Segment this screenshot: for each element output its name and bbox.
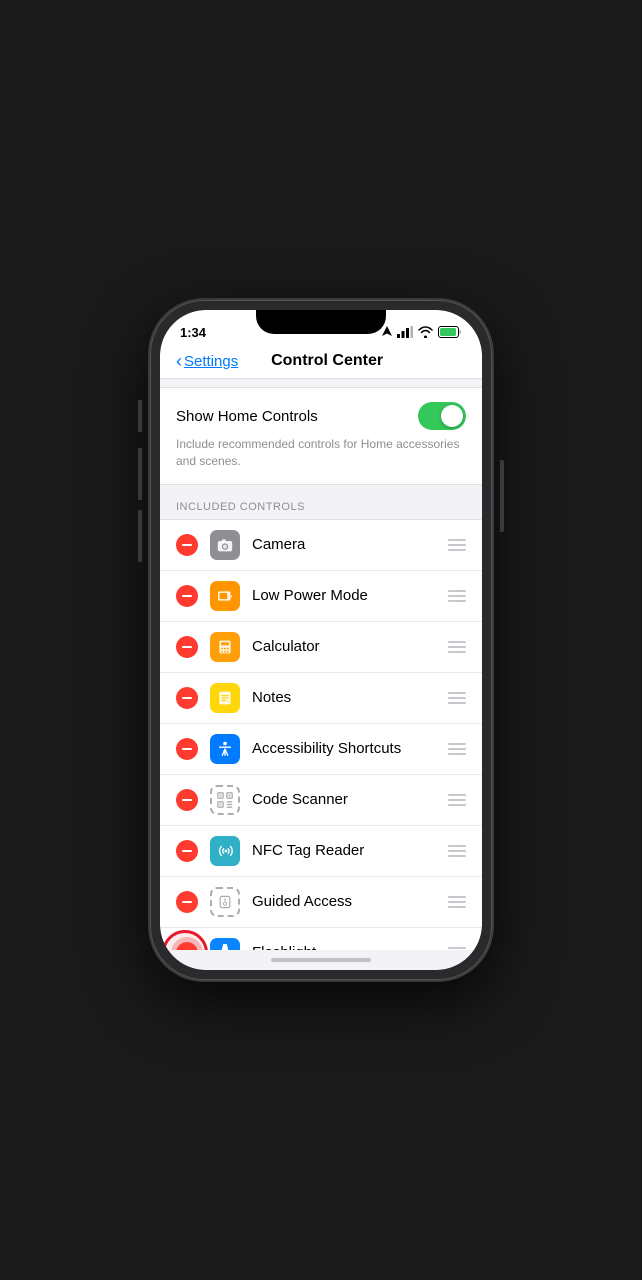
included-controls-list: Camera bbox=[160, 519, 482, 950]
back-button[interactable]: ‹ Settings bbox=[176, 352, 238, 370]
guided-access-label: Guided Access bbox=[252, 893, 448, 910]
flashlight-icon bbox=[210, 938, 240, 950]
code-scanner-icon bbox=[210, 785, 240, 815]
list-item: Low Power Mode bbox=[160, 571, 482, 622]
list-item: NFC Tag Reader bbox=[160, 826, 482, 877]
calculator-label: Calculator bbox=[252, 638, 448, 655]
nfc-tag-reader-label: NFC Tag Reader bbox=[252, 842, 448, 859]
phone-frame: 1:34 bbox=[150, 300, 492, 980]
toggle-label: Show Home Controls bbox=[176, 408, 318, 425]
drag-handle[interactable] bbox=[448, 743, 466, 755]
guided-access-icon bbox=[210, 887, 240, 917]
remove-flashlight-button[interactable] bbox=[176, 942, 198, 950]
home-bar bbox=[160, 950, 482, 970]
drag-handle[interactable] bbox=[448, 845, 466, 857]
toggle-row: Show Home Controls bbox=[176, 402, 466, 430]
phone-screen: 1:34 bbox=[160, 310, 482, 970]
toggle-section: Show Home Controls Include recommended c… bbox=[160, 387, 482, 485]
remove-accessibility-button[interactable] bbox=[176, 738, 198, 760]
volume-down-button[interactable] bbox=[138, 510, 142, 562]
power-button[interactable] bbox=[500, 460, 504, 532]
signal-icon bbox=[397, 326, 413, 338]
status-bar: 1:34 bbox=[160, 310, 482, 346]
drag-handle[interactable] bbox=[448, 641, 466, 653]
included-controls-header: INCLUDED CONTROLS bbox=[160, 485, 482, 519]
remove-guided-access-button[interactable] bbox=[176, 891, 198, 913]
remove-low-power-button[interactable] bbox=[176, 585, 198, 607]
drag-handle[interactable] bbox=[448, 590, 466, 602]
location-icon bbox=[382, 326, 392, 338]
list-item: Code Scanner bbox=[160, 775, 482, 826]
drag-handle[interactable] bbox=[448, 692, 466, 704]
camera-icon bbox=[210, 530, 240, 560]
low-power-mode-label: Low Power Mode bbox=[252, 587, 448, 604]
status-time: 1:34 bbox=[180, 325, 206, 340]
list-item: Calculator bbox=[160, 622, 482, 673]
nfc-icon bbox=[210, 836, 240, 866]
list-item: Guided Access bbox=[160, 877, 482, 928]
navigation-bar: ‹ Settings Control Center bbox=[160, 346, 482, 379]
remove-notes-button[interactable] bbox=[176, 687, 198, 709]
back-label[interactable]: Settings bbox=[184, 353, 238, 370]
home-indicator[interactable] bbox=[271, 958, 371, 962]
low-power-icon bbox=[210, 581, 240, 611]
toggle-knob bbox=[441, 405, 463, 427]
battery-icon bbox=[438, 326, 462, 338]
camera-label: Camera bbox=[252, 536, 448, 553]
accessibility-icon bbox=[210, 734, 240, 764]
drag-handle[interactable] bbox=[448, 896, 466, 908]
scroll-content[interactable]: Show Home Controls Include recommended c… bbox=[160, 379, 482, 950]
calculator-icon bbox=[210, 632, 240, 662]
remove-calculator-button[interactable] bbox=[176, 636, 198, 658]
mute-button[interactable] bbox=[138, 400, 142, 432]
page-title: Control Center bbox=[238, 352, 416, 370]
toggle-description: Include recommended controls for Home ac… bbox=[176, 436, 466, 470]
code-scanner-label: Code Scanner bbox=[252, 791, 448, 808]
accessibility-shortcuts-label: Accessibility Shortcuts bbox=[252, 740, 448, 757]
status-icons bbox=[382, 326, 462, 338]
notes-icon bbox=[210, 683, 240, 713]
drag-handle[interactable] bbox=[448, 947, 466, 950]
notes-label: Notes bbox=[252, 689, 448, 706]
volume-up-button[interactable] bbox=[138, 448, 142, 500]
flashlight-list-item: Flashlight bbox=[160, 928, 482, 950]
drag-handle[interactable] bbox=[448, 794, 466, 806]
list-item: Camera bbox=[160, 520, 482, 571]
drag-handle[interactable] bbox=[448, 539, 466, 551]
ios-screen: 1:34 bbox=[160, 310, 482, 970]
wifi-icon bbox=[418, 326, 433, 338]
notch bbox=[256, 310, 386, 334]
back-chevron-icon: ‹ bbox=[176, 352, 182, 370]
list-item: Accessibility Shortcuts bbox=[160, 724, 482, 775]
remove-nfc-button[interactable] bbox=[176, 840, 198, 862]
show-home-controls-toggle[interactable] bbox=[418, 402, 466, 430]
remove-camera-button[interactable] bbox=[176, 534, 198, 556]
list-item: Notes bbox=[160, 673, 482, 724]
flashlight-label: Flashlight bbox=[252, 944, 448, 950]
remove-code-scanner-button[interactable] bbox=[176, 789, 198, 811]
